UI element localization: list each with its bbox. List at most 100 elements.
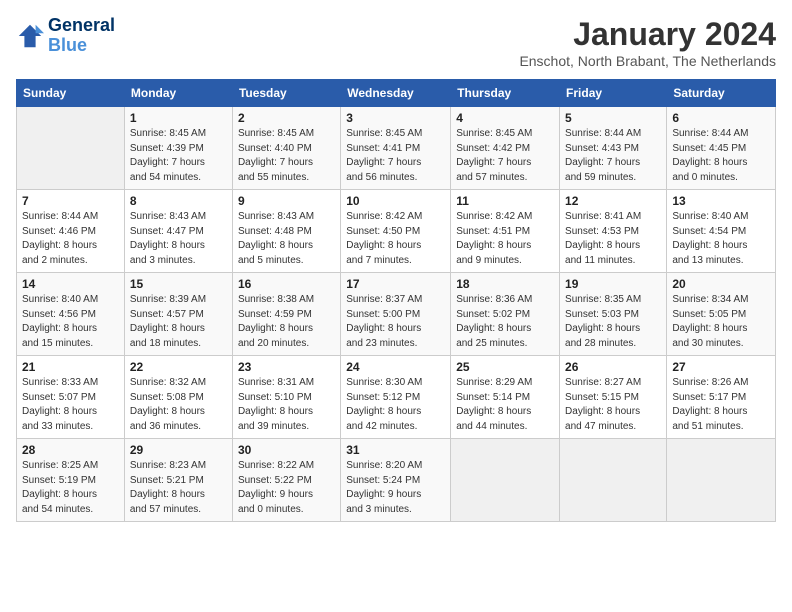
day-detail: Sunrise: 8:30 AM Sunset: 5:12 PM Dayligh…	[346, 376, 445, 434]
day-number: 21	[22, 360, 119, 374]
calendar-header-row: SundayMondayTuesdayWednesdayThursdayFrid…	[17, 80, 776, 107]
day-of-week-header: Tuesday	[232, 80, 340, 107]
day-detail: Sunrise: 8:20 AM Sunset: 5:24 PM Dayligh…	[346, 459, 445, 517]
calendar-cell: 25Sunrise: 8:29 AM Sunset: 5:14 PM Dayli…	[451, 356, 560, 439]
calendar-subtitle: Enschot, North Brabant, The Netherlands	[519, 53, 776, 69]
day-detail: Sunrise: 8:44 AM Sunset: 4:46 PM Dayligh…	[22, 210, 119, 268]
calendar-cell: 19 Sunrise: 8:35 AM Sunset: 5:03 PM Dayli…	[560, 273, 667, 356]
day-of-week-header: Wednesday	[341, 80, 451, 107]
day-detail: Sunrise: 8:45 AM Sunset: 4:42 PM Dayligh…	[456, 127, 554, 185]
calendar-cell: 8 Sunrise: 8:43 AM Sunset: 4:47 PM Daylig…	[124, 190, 232, 273]
day-number: 16	[238, 277, 335, 291]
calendar-cell: 28 Sunrise: 8:25 AM Sunset: 5:19 PM Dayli…	[17, 439, 125, 522]
day-detail: Sunrise: 8:45 AM Sunset: 4:39 PM Dayligh…	[130, 127, 227, 185]
calendar-cell: 11 Sunrise: 8:42 AM Sunset: 4:51 PM Dayli…	[451, 190, 560, 273]
calendar-cell: 7Sunrise: 8:44 AM Sunset: 4:46 PM Daylig…	[17, 190, 125, 273]
day-number: 3	[346, 111, 445, 125]
calendar-cell: 6Sunrise: 8:44 AM Sunset: 4:45 PM Daylig…	[667, 107, 776, 190]
calendar-cell: 17Sunrise: 8:37 AM Sunset: 5:00 PM Dayli…	[341, 273, 451, 356]
calendar-cell: 12 Sunrise: 8:41 AM Sunset: 4:53 PM Dayli…	[560, 190, 667, 273]
day-number: 11	[456, 194, 554, 208]
day-number: 27	[672, 360, 770, 374]
day-detail: Sunrise: 8:42 AM Sunset: 4:50 PM Dayligh…	[346, 210, 445, 268]
day-detail: Sunrise: 8:45 AM Sunset: 4:40 PM Dayligh…	[238, 127, 335, 185]
calendar-week-row: 7Sunrise: 8:44 AM Sunset: 4:46 PM Daylig…	[17, 190, 776, 273]
day-number: 10	[346, 194, 445, 208]
day-detail: Sunrise: 8:41 AM Sunset: 4:53 PM Dayligh…	[565, 210, 661, 268]
calendar-cell	[451, 439, 560, 522]
calendar-cell: 30 Sunrise: 8:22 AM Sunset: 5:22 PM Dayli…	[232, 439, 340, 522]
day-detail: Sunrise: 8:43 AM Sunset: 4:47 PM Dayligh…	[130, 210, 227, 268]
calendar-cell: 10 Sunrise: 8:42 AM Sunset: 4:50 PM Dayli…	[341, 190, 451, 273]
calendar-cell: 26 Sunrise: 8:27 AM Sunset: 5:15 PM Dayli…	[560, 356, 667, 439]
logo-text: General Blue	[48, 16, 115, 56]
day-detail: Sunrise: 8:44 AM Sunset: 4:45 PM Dayligh…	[672, 127, 770, 185]
calendar-cell: 21 Sunrise: 8:33 AM Sunset: 5:07 PM Dayli…	[17, 356, 125, 439]
calendar-cell	[17, 107, 125, 190]
day-detail: Sunrise: 8:34 AM Sunset: 5:05 PM Dayligh…	[672, 293, 770, 351]
day-detail: Sunrise: 8:35 AM Sunset: 5:03 PM Dayligh…	[565, 293, 661, 351]
day-number: 24	[346, 360, 445, 374]
day-detail: Sunrise: 8:32 AM Sunset: 5:08 PM Dayligh…	[130, 376, 227, 434]
day-number: 2	[238, 111, 335, 125]
calendar-cell: 14Sunrise: 8:40 AM Sunset: 4:56 PM Dayli…	[17, 273, 125, 356]
day-detail: Sunrise: 8:45 AM Sunset: 4:41 PM Dayligh…	[346, 127, 445, 185]
day-detail: Sunrise: 8:33 AM Sunset: 5:07 PM Dayligh…	[22, 376, 119, 434]
day-number: 29	[130, 443, 227, 457]
day-number: 19	[565, 277, 661, 291]
day-detail: Sunrise: 8:37 AM Sunset: 5:00 PM Dayligh…	[346, 293, 445, 351]
calendar-title: January 2024	[519, 16, 776, 53]
calendar-cell: 13Sunrise: 8:40 AM Sunset: 4:54 PM Dayli…	[667, 190, 776, 273]
calendar-cell: 3 Sunrise: 8:45 AM Sunset: 4:41 PM Daylig…	[341, 107, 451, 190]
day-detail: Sunrise: 8:26 AM Sunset: 5:17 PM Dayligh…	[672, 376, 770, 434]
day-number: 30	[238, 443, 335, 457]
day-of-week-header: Sunday	[17, 80, 125, 107]
logo-icon	[16, 22, 44, 50]
day-number: 20	[672, 277, 770, 291]
calendar-cell: 9 Sunrise: 8:43 AM Sunset: 4:48 PM Daylig…	[232, 190, 340, 273]
day-detail: Sunrise: 8:31 AM Sunset: 5:10 PM Dayligh…	[238, 376, 335, 434]
day-number: 13	[672, 194, 770, 208]
day-detail: Sunrise: 8:40 AM Sunset: 4:56 PM Dayligh…	[22, 293, 119, 351]
logo: General Blue	[16, 16, 115, 56]
calendar-week-row: 28 Sunrise: 8:25 AM Sunset: 5:19 PM Dayli…	[17, 439, 776, 522]
day-of-week-header: Friday	[560, 80, 667, 107]
calendar-body: 1 Sunrise: 8:45 AM Sunset: 4:39 PM Daylig…	[17, 107, 776, 522]
day-number: 15	[130, 277, 227, 291]
calendar-cell	[667, 439, 776, 522]
day-number: 5	[565, 111, 661, 125]
day-detail: Sunrise: 8:42 AM Sunset: 4:51 PM Dayligh…	[456, 210, 554, 268]
day-number: 4	[456, 111, 554, 125]
day-number: 23	[238, 360, 335, 374]
day-of-week-header: Monday	[124, 80, 232, 107]
day-detail: Sunrise: 8:36 AM Sunset: 5:02 PM Dayligh…	[456, 293, 554, 351]
calendar-cell: 27 Sunrise: 8:26 AM Sunset: 5:17 PM Dayli…	[667, 356, 776, 439]
day-of-week-header: Saturday	[667, 80, 776, 107]
day-detail: Sunrise: 8:39 AM Sunset: 4:57 PM Dayligh…	[130, 293, 227, 351]
day-number: 26	[565, 360, 661, 374]
day-number: 18	[456, 277, 554, 291]
calendar-week-row: 21 Sunrise: 8:33 AM Sunset: 5:07 PM Dayli…	[17, 356, 776, 439]
day-number: 25	[456, 360, 554, 374]
day-detail: Sunrise: 8:27 AM Sunset: 5:15 PM Dayligh…	[565, 376, 661, 434]
day-detail: Sunrise: 8:44 AM Sunset: 4:43 PM Dayligh…	[565, 127, 661, 185]
day-number: 28	[22, 443, 119, 457]
calendar-cell: 4 Sunrise: 8:45 AM Sunset: 4:42 PM Daylig…	[451, 107, 560, 190]
calendar-cell: 16 Sunrise: 8:38 AM Sunset: 4:59 PM Dayli…	[232, 273, 340, 356]
calendar-cell: 15 Sunrise: 8:39 AM Sunset: 4:57 PM Dayli…	[124, 273, 232, 356]
day-detail: Sunrise: 8:38 AM Sunset: 4:59 PM Dayligh…	[238, 293, 335, 351]
day-number: 1	[130, 111, 227, 125]
day-detail: Sunrise: 8:43 AM Sunset: 4:48 PM Dayligh…	[238, 210, 335, 268]
page-header: General Blue January 2024 Enschot, North…	[16, 16, 776, 69]
day-number: 8	[130, 194, 227, 208]
day-detail: Sunrise: 8:25 AM Sunset: 5:19 PM Dayligh…	[22, 459, 119, 517]
day-number: 12	[565, 194, 661, 208]
day-detail: Sunrise: 8:22 AM Sunset: 5:22 PM Dayligh…	[238, 459, 335, 517]
title-block: January 2024 Enschot, North Brabant, The…	[519, 16, 776, 69]
calendar-table: SundayMondayTuesdayWednesdayThursdayFrid…	[16, 79, 776, 522]
day-number: 31	[346, 443, 445, 457]
calendar-week-row: 14Sunrise: 8:40 AM Sunset: 4:56 PM Dayli…	[17, 273, 776, 356]
calendar-cell: 2 Sunrise: 8:45 AM Sunset: 4:40 PM Daylig…	[232, 107, 340, 190]
day-number: 9	[238, 194, 335, 208]
day-detail: Sunrise: 8:23 AM Sunset: 5:21 PM Dayligh…	[130, 459, 227, 517]
